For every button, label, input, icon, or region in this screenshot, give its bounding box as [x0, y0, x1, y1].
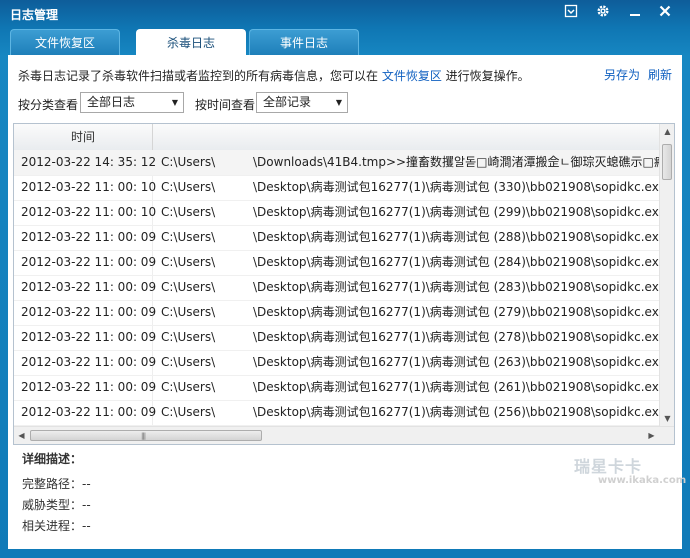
cell-path: \Desktop\病毒测试包16277(1)\病毒测试包 (283)\bb021… [253, 280, 659, 294]
time-select-value: 全部记录 [263, 95, 312, 109]
cell-time: 2012-03-22 11: 00: 09 [21, 230, 157, 244]
gear-icon[interactable] [593, 4, 613, 22]
cell-time: 2012-03-22 11: 00: 09 [21, 280, 157, 294]
file-recovery-link[interactable]: 文件恢复区 [382, 69, 442, 83]
cell-time: 2012-03-22 11: 00: 09 [21, 355, 157, 369]
horizontal-scroll-thumb[interactable]: ||| [30, 430, 262, 441]
cell-time: 2012-03-22 11: 00: 10 [21, 180, 157, 194]
cell-path-prefix: C:\Users\ [161, 305, 216, 319]
table-row[interactable]: 2012-03-22 11: 00: 10 C:\Users\ \Desktop\病… [14, 200, 660, 226]
info-text: 杀毒日志记录了杀毒软件扫描或者监控到的所有病毒信息，您可以在 文件恢复区 进行恢… [18, 67, 530, 84]
detail-threat-type: 威胁类型：-- [22, 498, 91, 512]
table-row[interactable]: 2012-03-22 11: 00: 09 C:\Users\ \Desktop\病… [14, 375, 660, 401]
category-select[interactable]: 全部日志 ▼ [80, 92, 184, 113]
tab-event-log[interactable]: 事件日志 [249, 29, 359, 55]
table-row[interactable]: 2012-03-22 11: 00: 09 C:\Users\ \Desktop\病… [14, 225, 660, 251]
cell-path: \Downloads\41B4.tmp>>撞畜数攫알돋□崎澗渚潭搬佱ㄴ御琮灭螅礁… [253, 155, 659, 169]
cell-time: 2012-03-22 11: 00: 09 [21, 255, 157, 269]
cell-time: 2012-03-22 11: 00: 09 [21, 405, 157, 419]
title-bar[interactable]: 日志管理 [0, 0, 690, 28]
minimize-icon[interactable] [561, 4, 581, 22]
cell-time: 2012-03-22 11: 00: 10 [21, 205, 157, 219]
cell-path: \Desktop\病毒测试包16277(1)\病毒测试包 (330)\bb021… [253, 180, 659, 194]
cell-path-prefix: C:\Users\ [161, 380, 216, 394]
table-row[interactable]: 2012-03-22 11: 00: 09 C:\Users\ \Desktop\病… [14, 275, 660, 301]
cell-path-prefix: C:\Users\ [161, 230, 216, 244]
table-row[interactable]: 2012-03-22 11: 00: 10 C:\Users\ \Desktop\病… [14, 175, 660, 201]
log-table: 时间 2012-03-22 14: 35: 12 C:\Users\ \Downlo… [13, 123, 675, 445]
cell-path: \Desktop\病毒测试包16277(1)\病毒测试包 (288)\bb021… [253, 230, 659, 244]
cell-path-prefix: C:\Users\ [161, 180, 216, 194]
info-text-before: 杀毒日志记录了杀毒软件扫描或者监控到的所有病毒信息，您可以在 [18, 69, 382, 83]
table-header: 时间 [14, 124, 660, 151]
chevron-down-icon: ▼ [335, 98, 342, 107]
cell-time: 2012-03-22 14: 35: 12 [21, 155, 157, 169]
cell-path-prefix: C:\Users\ [161, 280, 216, 294]
cell-time: 2012-03-22 11: 00: 09 [21, 330, 157, 344]
refresh-link[interactable]: 刷新 [648, 66, 672, 83]
cell-path-prefix: C:\Users\ [161, 205, 216, 219]
watermark-logo: 瑞星卡卡 www.ikaka.com [568, 447, 686, 491]
table-row[interactable]: 2012-03-22 11: 00: 09 C:\Users\ \Desktop\病… [14, 400, 660, 426]
tab-file-recovery[interactable]: 文件恢复区 [10, 29, 120, 55]
table-row[interactable]: 2012-03-22 11: 00: 09 C:\Users\ \Desktop\病… [14, 300, 660, 326]
time-filter-label: 按时间查看 [195, 98, 256, 112]
scroll-down-icon[interactable]: ▼ [660, 414, 674, 423]
cell-path-prefix: C:\Users\ [161, 405, 216, 419]
cell-path: \Desktop\病毒测试包16277(1)\病毒测试包 (263)\bb021… [253, 355, 659, 369]
detail-full-path: 完整路径：-- [22, 477, 91, 491]
cell-path-prefix: C:\Users\ [161, 355, 216, 369]
save-as-link[interactable]: 另存为 [604, 66, 640, 83]
cell-path: \Desktop\病毒测试包16277(1)\病毒测试包 (279)\bb021… [253, 305, 659, 319]
cell-path-prefix: C:\Users\ [161, 255, 216, 269]
cell-path: \Desktop\病毒测试包16277(1)\病毒测试包 (299)\bb021… [253, 205, 659, 219]
cell-time: 2012-03-22 11: 00: 09 [21, 380, 157, 394]
detail-related-process: 相关进程：-- [22, 519, 91, 533]
table-row[interactable]: 2012-03-22 11: 00: 09 C:\Users\ \Desktop\病… [14, 325, 660, 351]
cell-path: \Desktop\病毒测试包16277(1)\病毒测试包 (261)\bb021… [253, 380, 659, 394]
underscore-icon[interactable] [625, 4, 645, 22]
category-filter-label: 按分类查看 [18, 98, 79, 112]
chevron-down-icon: ▼ [171, 98, 178, 107]
watermark-title: 瑞星卡卡 [574, 457, 643, 476]
window-title: 日志管理 [10, 8, 59, 22]
scroll-up-icon[interactable]: ▲ [660, 127, 674, 136]
info-text-after: 进行恢复操作。 [441, 69, 530, 83]
scroll-left-icon[interactable]: ◀ [14, 431, 29, 440]
cell-path: \Desktop\病毒测试包16277(1)\病毒测试包 (284)\bb021… [253, 255, 659, 269]
horizontal-scrollbar[interactable]: ◀ ||| ▶ [14, 426, 674, 444]
cell-path-prefix: C:\Users\ [161, 330, 216, 344]
scroll-right-icon[interactable]: ▶ [644, 431, 659, 440]
log-manager-window: 日志管理 文件恢复区 杀毒日志 事件日志 杀毒日志记录了杀毒软件扫描或者监控到的… [0, 0, 690, 558]
cell-path: \Desktop\病毒测试包16277(1)\病毒测试包 (256)\bb021… [253, 405, 659, 419]
category-select-value: 全部日志 [87, 95, 136, 109]
watermark-url: www.ikaka.com [598, 475, 687, 486]
vertical-scroll-thumb[interactable] [662, 144, 672, 180]
table-row[interactable]: 2012-03-22 11: 00: 09 C:\Users\ \Desktop\病… [14, 350, 660, 376]
table-row[interactable]: 2012-03-22 14: 35: 12 C:\Users\ \Downloads… [14, 150, 660, 176]
cell-time: 2012-03-22 11: 00: 09 [21, 305, 157, 319]
close-icon[interactable] [655, 4, 675, 22]
cell-path-prefix: C:\Users\ [161, 155, 216, 169]
cell-path: \Desktop\病毒测试包16277(1)\病毒测试包 (278)\bb021… [253, 330, 659, 344]
column-header-time[interactable]: 时间 [14, 124, 153, 150]
vertical-scrollbar[interactable]: ▲ ▼ [659, 124, 674, 426]
details-header: 详细描述： [22, 452, 83, 466]
tab-antivirus-log[interactable]: 杀毒日志 [136, 29, 246, 56]
time-select[interactable]: 全部记录 ▼ [256, 92, 348, 113]
table-row[interactable]: 2012-03-22 11: 00: 09 C:\Users\ \Desktop\病… [14, 250, 660, 276]
